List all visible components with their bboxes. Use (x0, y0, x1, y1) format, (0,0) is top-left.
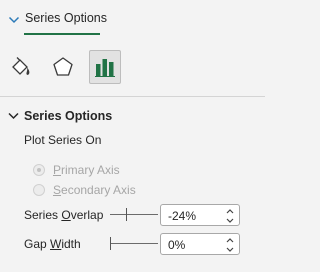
series-options-category-button[interactable] (89, 50, 121, 84)
slider-track (110, 243, 158, 244)
spin-up-icon[interactable] (225, 236, 235, 244)
section-divider (0, 96, 265, 97)
slider-thumb[interactable] (110, 237, 111, 250)
slider-track (110, 214, 158, 215)
paint-bucket-icon (12, 57, 30, 75)
spin-up-icon[interactable] (225, 207, 235, 215)
series-overlap-slider[interactable] (110, 208, 158, 222)
gap-width-row: Gap Width 0% (0, 233, 265, 255)
pentagon-icon (53, 57, 73, 76)
spin-down-icon[interactable] (225, 216, 235, 224)
series-overlap-spinner[interactable]: -24% (160, 204, 240, 226)
series-options-header-tab[interactable]: Series Options (0, 0, 265, 38)
spin-down-icon[interactable] (225, 245, 235, 253)
chevron-down-icon (8, 16, 20, 24)
primary-axis-label: Primary Axis (53, 163, 120, 177)
secondary-axis-radio[interactable]: Secondary Axis (33, 182, 136, 198)
gap-width-slider[interactable] (110, 237, 158, 251)
radio-indicator (33, 184, 45, 196)
gap-width-label: Gap Width (24, 237, 81, 251)
series-overlap-label: Series Overlap (24, 208, 104, 222)
secondary-axis-label: Secondary Axis (53, 183, 136, 197)
header-active-underline (24, 33, 100, 35)
chevron-down-icon (8, 112, 19, 120)
plot-series-on-label: Plot Series On (24, 133, 102, 147)
slider-thumb[interactable] (126, 208, 127, 221)
series-options-section-header[interactable]: Series Options (0, 107, 265, 125)
primary-axis-radio[interactable]: Primary Axis (33, 162, 120, 178)
gap-width-spinner[interactable]: 0% (160, 233, 240, 255)
series-overlap-value[interactable]: -24% (168, 209, 196, 223)
fill-line-category-button[interactable] (5, 50, 37, 84)
section-title: Series Options (24, 109, 113, 123)
effects-category-button[interactable] (47, 50, 79, 84)
series-overlap-row: Series Overlap -24% (0, 204, 265, 226)
gap-width-value[interactable]: 0% (168, 238, 185, 252)
bar-chart-icon (95, 59, 115, 77)
header-label: Series Options (25, 11, 107, 25)
radio-indicator (33, 164, 45, 176)
format-category-icons (0, 50, 265, 86)
